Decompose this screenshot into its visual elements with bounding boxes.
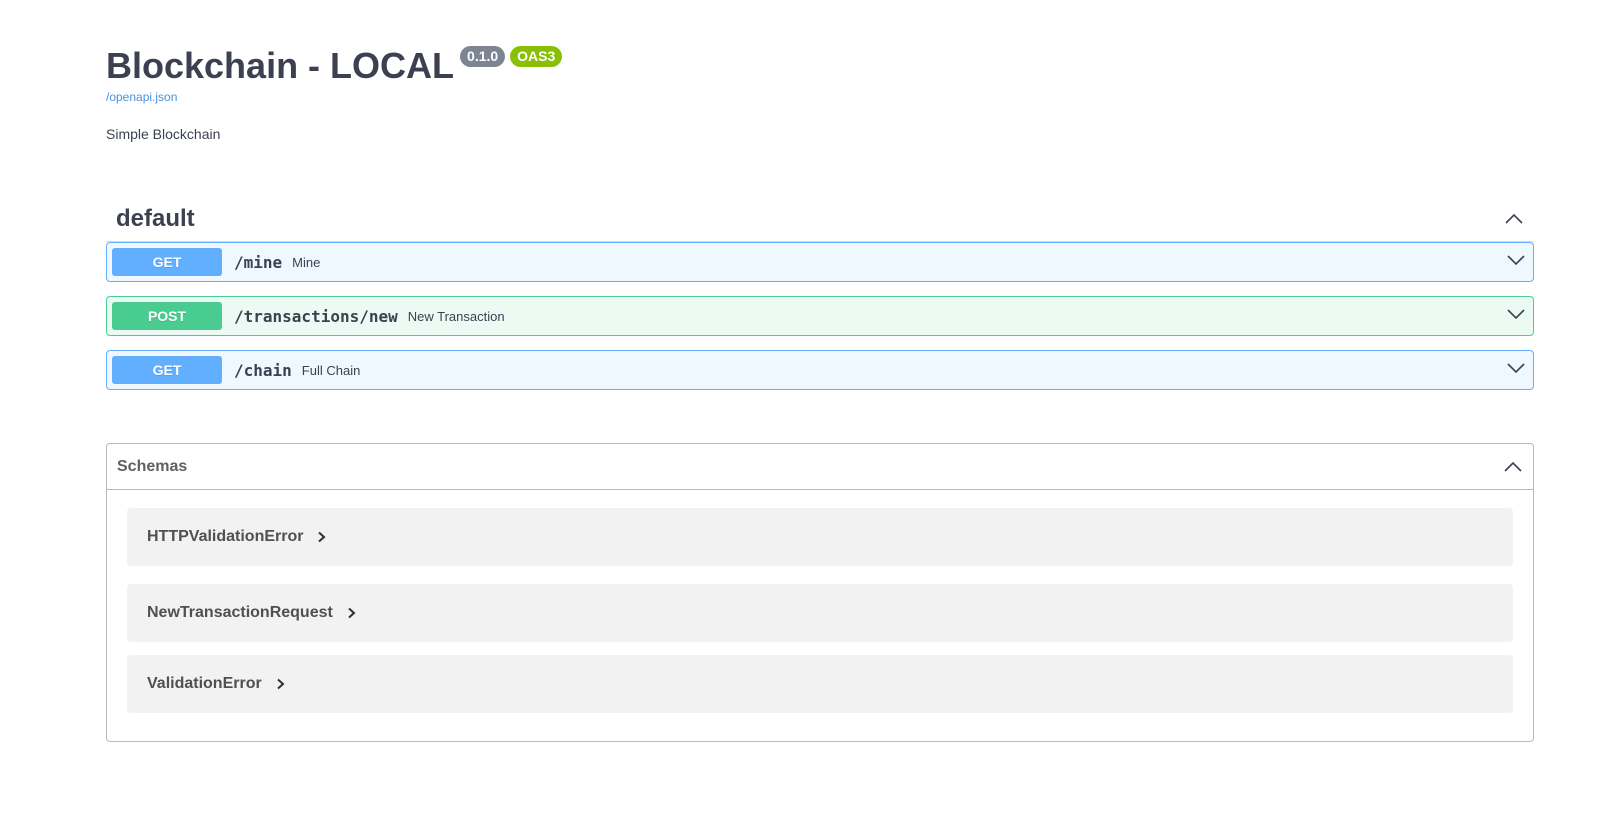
schema-name: NewTransactionRequest — [147, 604, 333, 621]
schemas-header[interactable]: Schemas — [107, 444, 1533, 490]
oas-badge: OAS3 — [510, 46, 563, 67]
chevron-up-icon[interactable] — [1503, 457, 1523, 477]
operation-get-mine[interactable]: GET /mine Mine — [106, 242, 1534, 282]
schema-name: ValidationError — [147, 675, 262, 692]
chevron-right-icon[interactable] — [347, 607, 357, 619]
page-title: Blockchain - LOCAL — [106, 45, 455, 86]
chevron-down-icon[interactable] — [1506, 358, 1526, 383]
tag-title: default — [116, 204, 195, 232]
chevron-down-icon[interactable] — [1506, 250, 1526, 275]
info-section: Blockchain - LOCAL 0.1.0 OAS3 /openapi.j… — [106, 0, 1534, 142]
swagger-ui: Blockchain - LOCAL 0.1.0 OAS3 /openapi.j… — [106, 0, 1534, 742]
schema-item-httpvalidationerror[interactable]: HTTPValidationError — [127, 508, 1513, 566]
api-description: Simple Blockchain — [106, 126, 221, 142]
chevron-down-icon[interactable] — [1506, 304, 1526, 329]
version-badge: 0.1.0 — [460, 46, 506, 67]
schemas-title: Schemas — [117, 457, 188, 475]
method-badge-post: POST — [112, 302, 222, 330]
openapi-spec-link[interactable]: /openapi.json — [106, 90, 177, 104]
schema-item-newtransactionrequest[interactable]: NewTransactionRequest — [127, 584, 1513, 642]
operation-path: /chain — [234, 360, 292, 380]
tag-section-default: default — [106, 196, 1534, 242]
operation-summary: New Transaction — [407, 308, 505, 324]
operation-path: /mine — [234, 252, 283, 272]
chevron-right-icon[interactable] — [317, 531, 327, 543]
method-badge-get: GET — [112, 356, 222, 384]
operation-get-chain[interactable]: GET /chain Full Chain — [106, 350, 1534, 390]
method-badge-get: GET — [112, 248, 222, 276]
operation-summary: Mine — [292, 254, 321, 270]
operation-summary: Full Chain — [301, 362, 361, 378]
schema-name: HTTPValidationError — [147, 528, 304, 545]
operation-path: /transactions/new — [234, 306, 398, 326]
schema-item-validationerror[interactable]: ValidationError — [127, 655, 1513, 713]
operation-post-transactions-new[interactable]: POST /transactions/new New Transaction — [106, 296, 1534, 336]
chevron-right-icon[interactable] — [276, 678, 286, 690]
title-row: Blockchain - LOCAL 0.1.0 OAS3 — [106, 44, 1534, 88]
tag-header-default[interactable]: default — [106, 196, 1534, 242]
chevron-up-icon[interactable] — [1504, 209, 1524, 229]
schemas-section: Schemas HTTPValidationError NewTransacti… — [106, 443, 1534, 742]
